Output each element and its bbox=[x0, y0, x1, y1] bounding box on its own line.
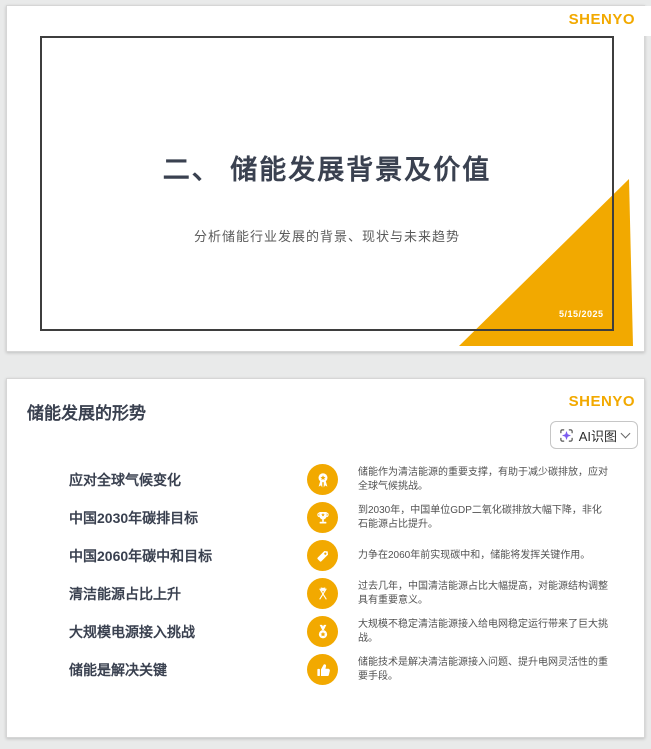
feature-label: 储能是解决关键 bbox=[69, 661, 167, 678]
feature-desc: 大规模不稳定清洁能源接入给电网稳定运行带来了巨大挑战。 bbox=[358, 618, 608, 644]
slide-subtitle: 分析储能行业发展的背景、现状与未来趋势 bbox=[193, 229, 460, 244]
feature-label: 中国2060年碳中和目标 bbox=[69, 547, 213, 564]
slide-title: 储能发展的形势 bbox=[27, 404, 146, 423]
thumbs-up-icon bbox=[307, 654, 338, 685]
trophy-icon bbox=[307, 502, 338, 533]
feature-label: 清洁能源占比上升 bbox=[69, 585, 181, 602]
price-tag-icon bbox=[307, 540, 338, 571]
medal-icon bbox=[307, 616, 338, 647]
feature-desc: 储能作为清洁能源的重要支撑，有助于减少碳排放，应对全球气候挑战。 bbox=[358, 466, 608, 492]
slide-title: 二、 储能发展背景及价值 bbox=[162, 155, 492, 185]
crossed-flags-icon bbox=[307, 578, 338, 609]
feature-desc: 储能技术是解决清洁能源接入问题、提升电网灵活性的重要手段。 bbox=[358, 656, 608, 682]
award-rosette-icon bbox=[307, 464, 338, 495]
ai-sparkle-scan-icon bbox=[559, 428, 574, 443]
chevron-down-icon[interactable] bbox=[620, 428, 631, 439]
feature-desc: 过去几年，中国清洁能源占比大幅提高，对能源结构调整具有重要意义。 bbox=[358, 580, 608, 606]
brand-logo: SHENYO bbox=[568, 393, 635, 410]
list-item: 清洁能源占比上升 过去几年，中国清洁能源占比大幅提高，对能源结构调整具有重要意义… bbox=[7, 575, 646, 612]
slide-1-canvas[interactable]: 二、 储能发展背景及价值 分析储能行业发展的背景、现状与未来趋势 5/15/20… bbox=[6, 5, 651, 352]
ai-recognize-button[interactable]: AI识图 bbox=[549, 421, 638, 449]
ai-button-label: AI识图 bbox=[578, 428, 617, 444]
feature-label: 中国2030年碳排目标 bbox=[69, 509, 199, 526]
feature-desc: 到2030年，中国单位GDP二氧化碳排放大幅下降，非化石能源占比提升。 bbox=[358, 504, 602, 530]
feature-label: 大规模电源接入挑战 bbox=[69, 623, 195, 640]
list-item: 储能是解决关键 储能技术是解决清洁能源接入问题、提升电网灵活性的重要手段。 bbox=[7, 651, 646, 688]
feature-desc: 力争在2060年前实现碳中和，储能将发挥关键作用。 bbox=[358, 549, 591, 561]
list-item: 应对全球气候变化 储能作为清洁能源的重要支撑，有助于减少碳排放，应对全球气候挑战… bbox=[7, 461, 646, 498]
list-item: 大规模电源接入挑战 大规模不稳定清洁能源接入给电网稳定运行带来了巨大挑战。 bbox=[7, 613, 646, 650]
feature-label: 应对全球气候变化 bbox=[69, 471, 181, 488]
list-item: 中国2030年碳排目标 到2030年，中国单位GDP二氧化碳排放大幅下降，非化石… bbox=[7, 499, 646, 536]
slide-date: 5/15/2025 bbox=[559, 309, 604, 319]
feature-list: 应对全球气候变化 储能作为清洁能源的重要支撑，有助于减少碳排放，应对全球气候挑战… bbox=[7, 461, 646, 689]
slide-2-canvas[interactable]: 储能发展的形势 SHENYO AI识图 应对全球气候变化 储能作为清洁能源的重要… bbox=[6, 378, 645, 738]
list-item: 中国2060年碳中和目标 力争在2060年前实现碳中和，储能将发挥关键作用。 bbox=[7, 537, 646, 574]
